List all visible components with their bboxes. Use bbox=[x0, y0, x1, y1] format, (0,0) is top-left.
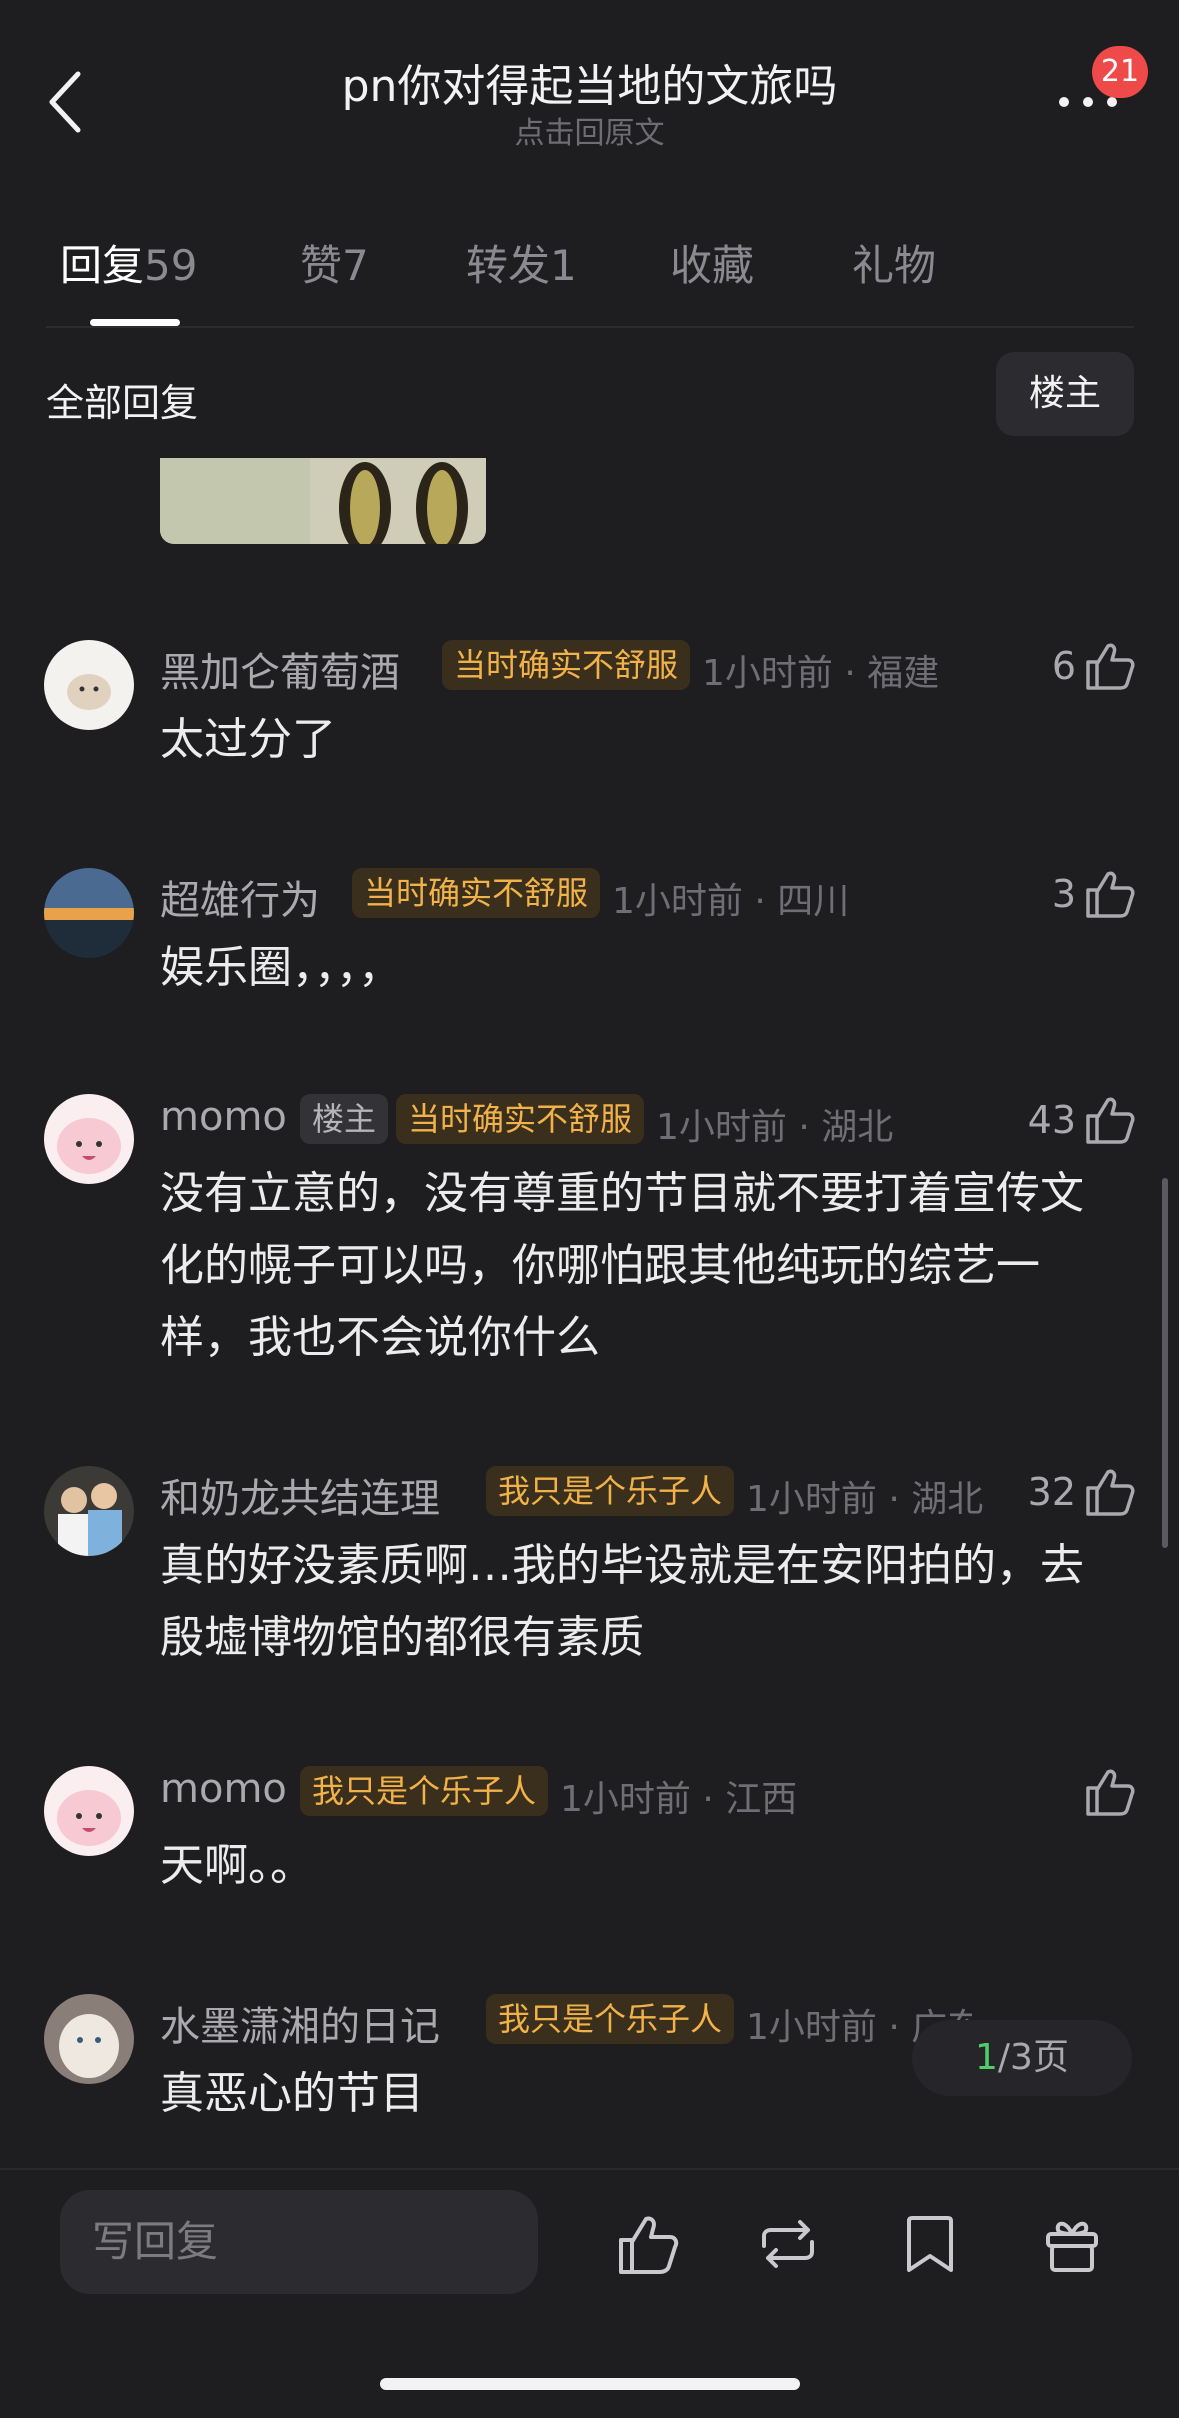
total-pages: /3页 bbox=[997, 2037, 1069, 2078]
username[interactable]: 和奶龙共结连理 bbox=[160, 1466, 440, 1524]
notification-badge: 21 bbox=[1092, 46, 1148, 98]
like-icon[interactable] bbox=[1084, 640, 1136, 692]
attitude-tag: 当时确实不舒服 bbox=[352, 868, 601, 918]
tab-favorites[interactable]: 收藏 bbox=[670, 232, 754, 293]
tab-label: 转发 bbox=[466, 241, 551, 290]
op-badge: 楼主 bbox=[300, 1094, 389, 1144]
attitude-tag: 当时确实不舒服 bbox=[442, 640, 691, 690]
all-replies-label: 全部回复 bbox=[46, 381, 199, 425]
tab-replies[interactable]: 回复59 bbox=[60, 232, 197, 293]
comment-text: 真的好没素质啊…我的毕设就是在安阳拍的，去殷墟博物馆的都很有素质 bbox=[160, 1540, 1084, 1663]
comment-text: 太过分了 bbox=[160, 714, 336, 765]
repost-icon[interactable] bbox=[756, 2212, 820, 2276]
username[interactable]: 水墨潇湘的日记 bbox=[160, 1994, 440, 2052]
timestamp-location: 1小时前 · 江西 bbox=[560, 1779, 798, 1820]
bookmark-icon[interactable] bbox=[898, 2212, 962, 2276]
tab-reposts[interactable]: 转发1 bbox=[466, 232, 577, 293]
like-count: 32 bbox=[1027, 1470, 1076, 1514]
like-icon[interactable] bbox=[1084, 1766, 1136, 1818]
avatar[interactable] bbox=[44, 1466, 134, 1556]
avatar[interactable] bbox=[44, 1994, 134, 2084]
like-icon[interactable] bbox=[1084, 1094, 1136, 1146]
username[interactable]: momo bbox=[160, 1766, 287, 1812]
divider bbox=[46, 326, 1134, 328]
tab-likes[interactable]: 赞7 bbox=[300, 232, 369, 293]
attitude-tag: 当时确实不舒服 bbox=[396, 1094, 645, 1144]
comment-image[interactable] bbox=[160, 458, 486, 544]
comment-text: 没有立意的，没有尊重的节目就不要打着宣传文化的幌子可以吗，你哪怕跟其他纯玩的综艺… bbox=[160, 1168, 1084, 1363]
like-icon[interactable] bbox=[616, 2212, 680, 2276]
tab-label: 礼物 bbox=[852, 241, 937, 290]
comment-text: 天啊。。 bbox=[160, 1840, 314, 1891]
avatar[interactable] bbox=[44, 1766, 134, 1856]
back-to-original-link[interactable]: 点击回原文 bbox=[0, 108, 1179, 152]
tab-count: 1 bbox=[550, 241, 577, 290]
home-indicator bbox=[380, 2378, 800, 2390]
username[interactable]: 黑加仑葡萄酒 bbox=[160, 640, 400, 698]
like-count: 43 bbox=[1027, 1098, 1076, 1142]
timestamp-location: 1小时前 · 湖北 bbox=[746, 1479, 984, 1520]
username[interactable]: 超雄行为 bbox=[160, 868, 320, 926]
tab-label: 回复 bbox=[60, 241, 145, 290]
page-indicator[interactable]: 1/3页 bbox=[912, 2020, 1132, 2096]
attitude-tag: 我只是个乐子人 bbox=[300, 1766, 549, 1816]
active-tab-indicator bbox=[90, 319, 180, 326]
avatar[interactable] bbox=[44, 1094, 134, 1184]
username[interactable]: momo bbox=[160, 1094, 287, 1140]
tab-count: 59 bbox=[144, 241, 198, 290]
gift-icon[interactable] bbox=[1040, 2212, 1104, 2276]
tab-label: 收藏 bbox=[670, 241, 755, 290]
attitude-tag: 我只是个乐子人 bbox=[486, 1466, 735, 1516]
avatar[interactable] bbox=[44, 868, 134, 958]
attitude-tag: 我只是个乐子人 bbox=[486, 1994, 735, 2044]
avatar[interactable] bbox=[44, 640, 134, 730]
timestamp-location: 1小时前 · 湖北 bbox=[656, 1107, 894, 1148]
timestamp-location: 1小时前 · 四川 bbox=[612, 881, 850, 922]
like-count: 6 bbox=[1051, 644, 1076, 688]
like-icon[interactable] bbox=[1084, 1466, 1136, 1518]
tab-count: 7 bbox=[342, 241, 369, 290]
reply-input[interactable]: 写回复 bbox=[60, 2190, 538, 2294]
tab-gifts[interactable]: 礼物 bbox=[852, 232, 936, 293]
like-count: 3 bbox=[1051, 872, 1076, 916]
op-only-filter-button[interactable]: 楼主 bbox=[996, 352, 1134, 436]
comment-text: 娱乐圈，，，， bbox=[160, 942, 402, 993]
current-page: 1 bbox=[975, 2037, 998, 2078]
post-title[interactable]: pn你对得起当地的文旅吗 bbox=[0, 50, 1179, 114]
scrollbar[interactable] bbox=[1162, 1178, 1168, 1548]
timestamp-location: 1小时前 · 福建 bbox=[702, 653, 940, 694]
tab-label: 赞 bbox=[300, 241, 343, 290]
like-icon[interactable] bbox=[1084, 868, 1136, 920]
